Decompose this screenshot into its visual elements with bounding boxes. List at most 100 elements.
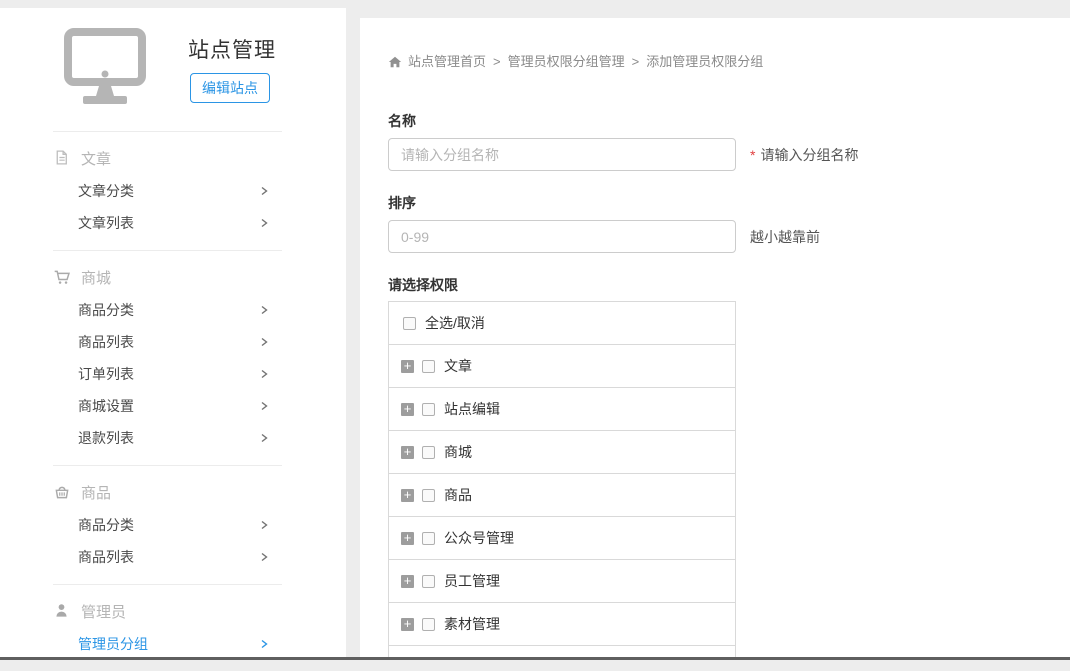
permission-row: + 素材管理	[389, 603, 735, 646]
sidebar-item[interactable]: 商品列表	[53, 541, 282, 573]
chevron-right-icon	[258, 432, 270, 444]
chevron-right-icon	[258, 400, 270, 412]
person-icon	[53, 602, 71, 620]
sidebar: 站点管理 编辑站点 文章文章分类文章列表商城商品分类商品列表订单列表商城设置退款…	[0, 8, 346, 657]
expand-plus-icon[interactable]: +	[401, 618, 414, 631]
add-group-form: 名称 * 请输入分组名称 排序 越小越靠前 请选择权限 全选/取消 + 文章 + 站点编辑…	[388, 113, 1070, 657]
permission-label: 员工管理	[444, 571, 500, 591]
chevron-right-icon	[258, 304, 270, 316]
select-all-checkbox[interactable]	[403, 317, 416, 330]
breadcrumb-item: 添加管理员权限分组	[646, 54, 763, 70]
permission-row: + 员工管理	[389, 560, 735, 603]
breadcrumb-item[interactable]: 管理员权限分组管理	[508, 54, 625, 70]
permission-row: + 站点编辑	[389, 388, 735, 431]
sort-hint: 越小越靠前	[750, 227, 820, 247]
menu-section-header: 管理员	[53, 594, 282, 628]
menu-section: 商品商品分类商品列表	[53, 465, 282, 584]
menu-section-label: 商城	[81, 267, 111, 288]
sort-input[interactable]	[388, 220, 736, 253]
permission-label: 商城	[444, 442, 472, 462]
expand-plus-icon[interactable]: +	[401, 446, 414, 459]
permission-row: + 商品	[389, 474, 735, 517]
sidebar-item-label: 商品列表	[78, 332, 134, 352]
permission-row: + 文章	[389, 345, 735, 388]
permission-label: 文章	[444, 356, 472, 376]
home-icon	[388, 55, 402, 69]
permission-checkbox[interactable]	[422, 403, 435, 416]
menu-section-header: 文章	[53, 141, 282, 175]
required-asterisk: *	[750, 147, 755, 163]
expand-plus-icon[interactable]: +	[401, 575, 414, 588]
sort-label: 排序	[388, 195, 1070, 211]
name-label: 名称	[388, 113, 1070, 129]
sidebar-item-label: 文章列表	[78, 213, 134, 233]
permission-label: 站点编辑	[444, 399, 500, 419]
sidebar-item-label: 退款列表	[78, 428, 134, 448]
chevron-right-icon	[258, 336, 270, 348]
sidebar-item[interactable]: 商城设置	[53, 390, 282, 422]
sidebar-item-label: 商品分类	[78, 300, 134, 320]
article-icon	[53, 149, 71, 167]
edit-site-button[interactable]: 编辑站点	[190, 73, 270, 103]
permission-row: + 公众号管理	[389, 517, 735, 560]
monitor-icon	[64, 28, 146, 111]
breadcrumb: 站点管理首页 > 管理员权限分组管理 > 添加管理员权限分组	[388, 54, 1070, 70]
permission-checkbox[interactable]	[422, 532, 435, 545]
breadcrumb-separator: >	[493, 54, 501, 70]
sidebar-item-label: 商品分类	[78, 515, 134, 535]
menu-section-label: 管理员	[81, 601, 126, 622]
sidebar-item[interactable]: 文章分类	[53, 175, 282, 207]
permission-checkbox[interactable]	[422, 446, 435, 459]
permission-row: +小程序管理	[389, 646, 735, 657]
chevron-right-icon	[258, 551, 270, 563]
sidebar-item[interactable]: 商品分类	[53, 509, 282, 541]
name-hint-text: 请输入分组名称	[760, 147, 858, 163]
permissions-label: 请选择权限	[388, 277, 1070, 293]
menu-section: 文章文章分类文章列表	[53, 131, 282, 250]
permission-row: + 商城	[389, 431, 735, 474]
sidebar-item[interactable]: 文章列表	[53, 207, 282, 239]
chevron-right-icon	[258, 519, 270, 531]
chevron-right-icon	[258, 185, 270, 197]
menu-section-header: 商品	[53, 475, 282, 509]
permission-label: 公众号管理	[444, 528, 514, 548]
sidebar-header: 站点管理 编辑站点	[0, 8, 346, 131]
permission-checkbox[interactable]	[422, 489, 435, 502]
permission-checkbox[interactable]	[422, 360, 435, 373]
expand-plus-icon[interactable]: +	[401, 360, 414, 373]
permission-label: 素材管理	[444, 614, 500, 634]
expand-plus-icon[interactable]: +	[401, 403, 414, 416]
expand-plus-icon[interactable]: +	[401, 489, 414, 502]
name-hint: * 请输入分组名称	[750, 145, 858, 165]
sidebar-item-label: 管理员分组	[78, 634, 148, 654]
breadcrumb-item[interactable]: 站点管理首页	[408, 54, 486, 70]
sidebar-item-label: 商品列表	[78, 547, 134, 567]
sidebar-item-label: 订单列表	[78, 364, 134, 384]
chevron-right-icon	[258, 638, 270, 650]
permission-checkbox[interactable]	[422, 575, 435, 588]
permission-label: 全选/取消	[425, 313, 485, 333]
sidebar-item[interactable]: 商品分类	[53, 294, 282, 326]
expand-plus-icon[interactable]: +	[401, 532, 414, 545]
sidebar-item[interactable]: 订单列表	[53, 358, 282, 390]
permission-label: 商品	[444, 485, 472, 505]
sort-group: 排序 越小越靠前	[388, 195, 1070, 253]
permissions-list: 全选/取消 + 文章 + 站点编辑 + 商城 + 商品 + 公众号管理 + 员工管理 + 素材管理 +小程序管…	[388, 301, 736, 657]
name-group: 名称 * 请输入分组名称	[388, 113, 1070, 171]
cart-icon	[53, 268, 71, 286]
breadcrumb-separator: >	[632, 54, 640, 70]
menu-section-label: 商品	[81, 482, 111, 503]
sidebar-item-label: 文章分类	[78, 181, 134, 201]
sidebar-item[interactable]: 商品列表	[53, 326, 282, 358]
menu-section-header: 商城	[53, 260, 282, 294]
menu-section: 商城商品分类商品列表订单列表商城设置退款列表	[53, 250, 282, 465]
page: 站点管理 编辑站点 文章文章分类文章列表商城商品分类商品列表订单列表商城设置退款…	[0, 0, 1070, 660]
group-name-input[interactable]	[388, 138, 736, 171]
sidebar-item-label: 商城设置	[78, 396, 134, 416]
sidebar-menu: 文章文章分类文章列表商城商品分类商品列表订单列表商城设置退款列表商品商品分类商品…	[53, 131, 282, 671]
permission-checkbox[interactable]	[422, 618, 435, 631]
basket-icon	[53, 483, 71, 501]
sidebar-item[interactable]: 退款列表	[53, 422, 282, 454]
sidebar-item[interactable]: 管理员分组	[53, 628, 282, 660]
main-panel: 站点管理首页 > 管理员权限分组管理 > 添加管理员权限分组 名称 * 请输入分组名称 排…	[360, 18, 1070, 657]
